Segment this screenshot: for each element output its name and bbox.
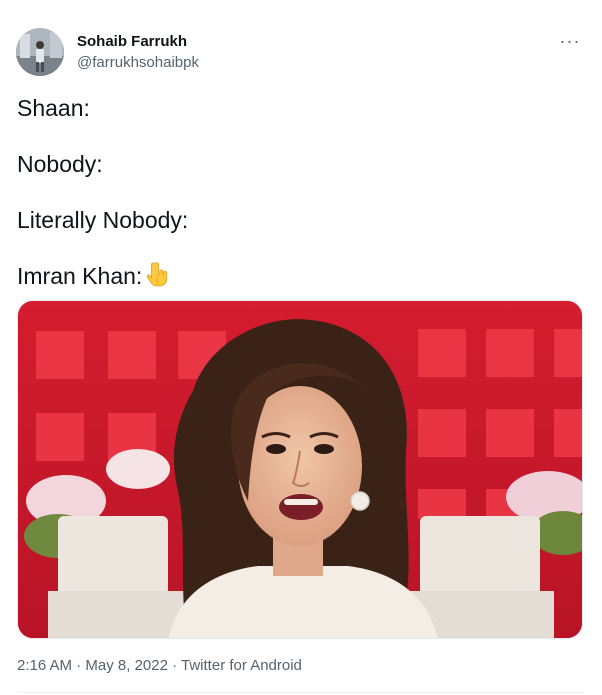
author-name[interactable]: Sohaib Farrukh <box>77 33 187 50</box>
tweet-time[interactable]: 2:16 AM <box>17 657 72 674</box>
meta-separator: · <box>72 657 86 674</box>
tweet-metadata: 2:16 AM · May 8, 2022 · Twitter for Andr… <box>17 657 302 674</box>
author-handle[interactable]: @farrukhsohaibpk <box>77 54 199 71</box>
more-options-button[interactable]: ··· <box>556 30 584 52</box>
tweet-text-line-with-emoji: Imran Khan: <box>17 262 168 294</box>
more-horizontal-icon: ··· <box>559 30 581 51</box>
tweet-card: Sohaib Farrukh @farrukhsohaibpk ··· Shaa… <box>0 0 602 695</box>
tweet-text-line: Literally Nobody: <box>17 207 189 233</box>
meta-separator: · <box>167 657 182 674</box>
media-photo <box>18 301 582 638</box>
tweet-text-line: Nobody: <box>17 151 103 177</box>
tweet-media-image[interactable] <box>17 300 583 639</box>
tweet-source: Twitter for Android <box>181 657 302 674</box>
divider <box>17 692 584 693</box>
tweet-text: Imran Khan: <box>17 263 143 290</box>
tweet-text-line: Shaan: <box>17 95 90 121</box>
avatar-photo <box>16 28 64 76</box>
avatar[interactable] <box>16 28 64 76</box>
backhand-index-pointing-down-icon <box>144 262 168 294</box>
tweet-date[interactable]: May 8, 2022 <box>85 657 168 674</box>
